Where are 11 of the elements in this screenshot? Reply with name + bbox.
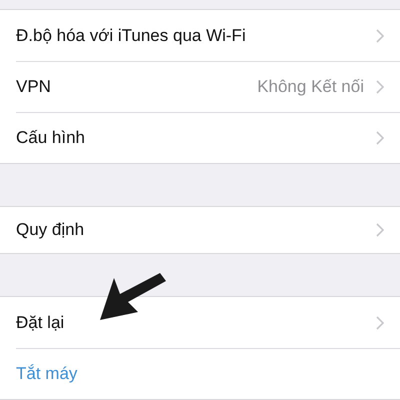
- chevron-icon: [376, 80, 384, 94]
- chevron-icon: [376, 223, 384, 237]
- row-label[interactable]: Cấu hình: [16, 125, 85, 151]
- chevron-icon: [376, 316, 384, 330]
- row-label[interactable]: VPN: [16, 74, 51, 100]
- chevron-icon: [376, 28, 384, 42]
- chevron-icon: [376, 131, 384, 145]
- row-label[interactable]: Quy định: [16, 217, 84, 243]
- row-label[interactable]: Đ.bộ hóa với iTunes qua Wi-Fi: [16, 22, 246, 48]
- row-value: Không Kết nối: [257, 76, 364, 98]
- row-label[interactable]: Đặt lại: [16, 310, 64, 336]
